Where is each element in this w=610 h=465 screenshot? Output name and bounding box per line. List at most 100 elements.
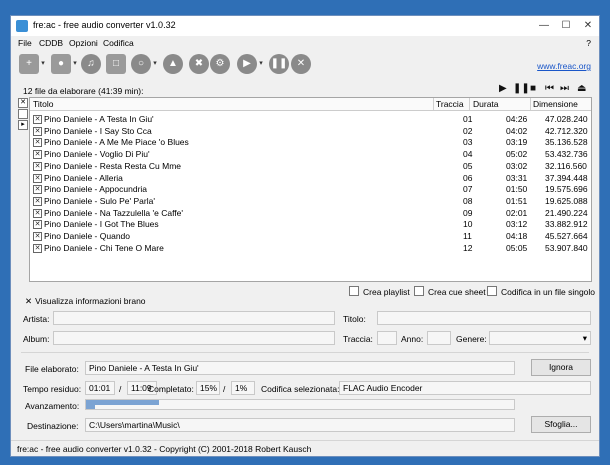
track-number: 03 (463, 137, 473, 148)
previous-icon[interactable]: ⏮ (545, 83, 554, 94)
play-encode-icon[interactable]: ▶ (237, 54, 257, 74)
destination-field[interactable]: C:\Users\martina\Music\ (85, 418, 515, 432)
table-row[interactable]: ✕ Pino Daniele - Alleria 06 03:31 37.394.448 (30, 172, 591, 184)
browse-button[interactable]: Sfoglia... (531, 416, 591, 433)
gear-icon[interactable]: ⚙ (210, 54, 230, 74)
track-title: Pino Daniele - Voglio Di Piu' (44, 149, 150, 160)
title-field[interactable] (377, 311, 591, 325)
skip-button[interactable]: Ignora (531, 359, 591, 376)
genre-select[interactable]: ▾ (489, 331, 591, 345)
table-row[interactable]: ✕ Pino Daniele - A Me Me Piace 'o Blues 03… (30, 136, 591, 148)
row-checkbox[interactable]: ✕ (33, 115, 42, 124)
menu-file[interactable]: File (18, 38, 32, 48)
eject-icon[interactable]: ⏏ (577, 83, 586, 94)
maximize-button[interactable]: ☐ (557, 18, 575, 33)
app-icon (16, 20, 28, 32)
select-all-icon[interactable]: ✕ (18, 98, 28, 108)
row-checkbox[interactable]: ✕ (33, 243, 42, 253)
track-title: Pino Daniele - A Me Me Piace 'o Blues (44, 137, 189, 148)
table-row[interactable]: ✕ Pino Daniele - Na Tazzulella 'e Caffe' 0… (30, 207, 591, 219)
track-duration: 02:01 (506, 207, 528, 218)
table-row[interactable]: ✕ Pino Daniele - A Testa In Giu' 01 04:26 47… (30, 113, 591, 125)
row-checkbox[interactable]: ✕ (33, 138, 42, 148)
cddb-submit-icon[interactable]: ▲ (163, 54, 183, 74)
track-title: Pino Daniele - Appocundria (44, 184, 148, 195)
column-title[interactable]: Titolo (33, 99, 53, 109)
track-title: Pino Daniele - Alleria (44, 172, 123, 183)
row-checkbox[interactable]: ✕ (33, 232, 42, 241)
chevron-down-icon[interactable]: ▾ (258, 54, 264, 74)
track-label: Traccia: (343, 334, 373, 344)
track-size: 45.527.664 (545, 231, 588, 241)
track-duration: 03:12 (506, 219, 528, 230)
table-row[interactable]: ✕ Pino Daniele - Resta Resta Cu Mme 05 03:0… (30, 160, 591, 172)
year-field[interactable] (427, 331, 451, 345)
track-duration: 04:18 (506, 231, 528, 241)
create-playlist-option[interactable]: Crea playlist (349, 286, 410, 297)
table-row[interactable]: ✕ Pino Daniele - Voglio Di Piu' 04 05:02 53.… (30, 148, 591, 160)
track-duration: 01:51 (506, 195, 528, 206)
row-checkbox[interactable]: ✕ (33, 220, 42, 230)
menu-cddb[interactable]: CDDB (39, 38, 63, 48)
close-button[interactable]: ✕ (579, 18, 597, 33)
window-title: fre:ac - free audio converter v1.0.32 (33, 20, 176, 30)
minimize-button[interactable]: — (535, 18, 553, 33)
track-number: 08 (463, 195, 473, 206)
app-window: fre:ac - free audio converter v1.0.32 — … (10, 15, 600, 457)
track-title: Pino Daniele - Quando (44, 231, 131, 241)
row-checkbox[interactable]: ✕ (33, 150, 42, 160)
chevron-down-icon[interactable]: ▾ (72, 54, 78, 74)
row-checkbox[interactable]: ✕ (33, 196, 42, 206)
genre-label: Genere: (456, 334, 487, 344)
artist-field[interactable] (53, 311, 335, 325)
track-duration: 03:31 (506, 172, 528, 183)
cddb-query-icon[interactable]: ○ (131, 54, 151, 74)
select-none-icon[interactable] (18, 109, 28, 119)
track-size: 37.394.448 (545, 172, 588, 183)
table-row[interactable]: ✕ Pino Daniele - Appocundria 07 01:50 19.575… (30, 183, 591, 195)
row-checkbox[interactable]: ✕ (33, 126, 42, 136)
checkbox[interactable] (414, 286, 424, 296)
chevron-down-icon[interactable]: ▾ (152, 54, 158, 74)
checkbox[interactable] (349, 286, 359, 296)
pause-icon[interactable]: ❚❚ (513, 83, 530, 94)
table-row[interactable]: ✕ Pino Daniele - Quando 11 04:18 45.527.664 (30, 230, 591, 242)
track-info-toggle[interactable]: ✕ Visualizza informazioni brano (25, 296, 146, 307)
track-field[interactable] (377, 331, 397, 345)
settings-tools-icon[interactable]: ✖ (189, 54, 209, 74)
stop-icon[interactable]: ✕ (291, 54, 311, 74)
checkbox[interactable] (487, 286, 497, 296)
table-row[interactable]: ✕ Pino Daniele - Chi Tene O Mare 12 05:05 53… (30, 242, 591, 254)
table-row[interactable]: ✕ Pino Daniele - I Got The Blues 10 03:12 33… (30, 218, 591, 230)
remove-icon[interactable]: ♫ (81, 54, 101, 74)
track-list[interactable]: Titolo Traccia Durata Dimensione ✕ Pino D… (29, 97, 592, 282)
single-file-option[interactable]: Codifica in un file singolo (487, 286, 595, 297)
chevron-down-icon[interactable]: ▾ (40, 54, 46, 74)
row-checkbox[interactable]: ✕ (33, 185, 42, 195)
row-checkbox[interactable]: ✕ (33, 161, 42, 171)
track-duration: 04:02 (506, 125, 528, 136)
add-cd-icon[interactable]: ● (51, 54, 71, 74)
album-field[interactable] (53, 331, 335, 345)
menu-options[interactable]: Opzioni (69, 38, 98, 48)
menu-encode[interactable]: Codifica (103, 38, 134, 48)
column-track[interactable]: Traccia (436, 99, 464, 109)
play-icon[interactable]: ▶ (499, 83, 507, 94)
row-checkbox[interactable]: ✕ (33, 173, 42, 183)
next-icon[interactable]: ⏭ (560, 83, 569, 94)
table-row[interactable]: ✕ Pino Daniele - Sulo Pe' Parla' 08 01:51 19… (30, 195, 591, 207)
row-checkbox[interactable]: ✕ (33, 208, 42, 218)
add-files-icon[interactable]: + (19, 54, 39, 74)
table-row[interactable]: ✕ Pino Daniele - I Say Sto Cca 02 04:02 42.7… (30, 125, 591, 137)
website-link[interactable]: www.freac.org (537, 61, 591, 71)
column-size[interactable]: Dimensione (533, 99, 578, 109)
pause-icon[interactable]: ❚❚ (269, 54, 289, 74)
track-number: 10 (463, 219, 473, 230)
track-size: 53.432.736 (545, 149, 588, 160)
toggle-selection-icon[interactable]: ▸ (18, 120, 28, 130)
stop-icon[interactable]: ■ (530, 83, 536, 94)
create-cue-option[interactable]: Crea cue sheet (414, 286, 486, 297)
menu-help[interactable]: ? (586, 38, 591, 48)
column-duration[interactable]: Durata (473, 99, 499, 109)
clear-list-icon[interactable]: □ (106, 54, 126, 74)
